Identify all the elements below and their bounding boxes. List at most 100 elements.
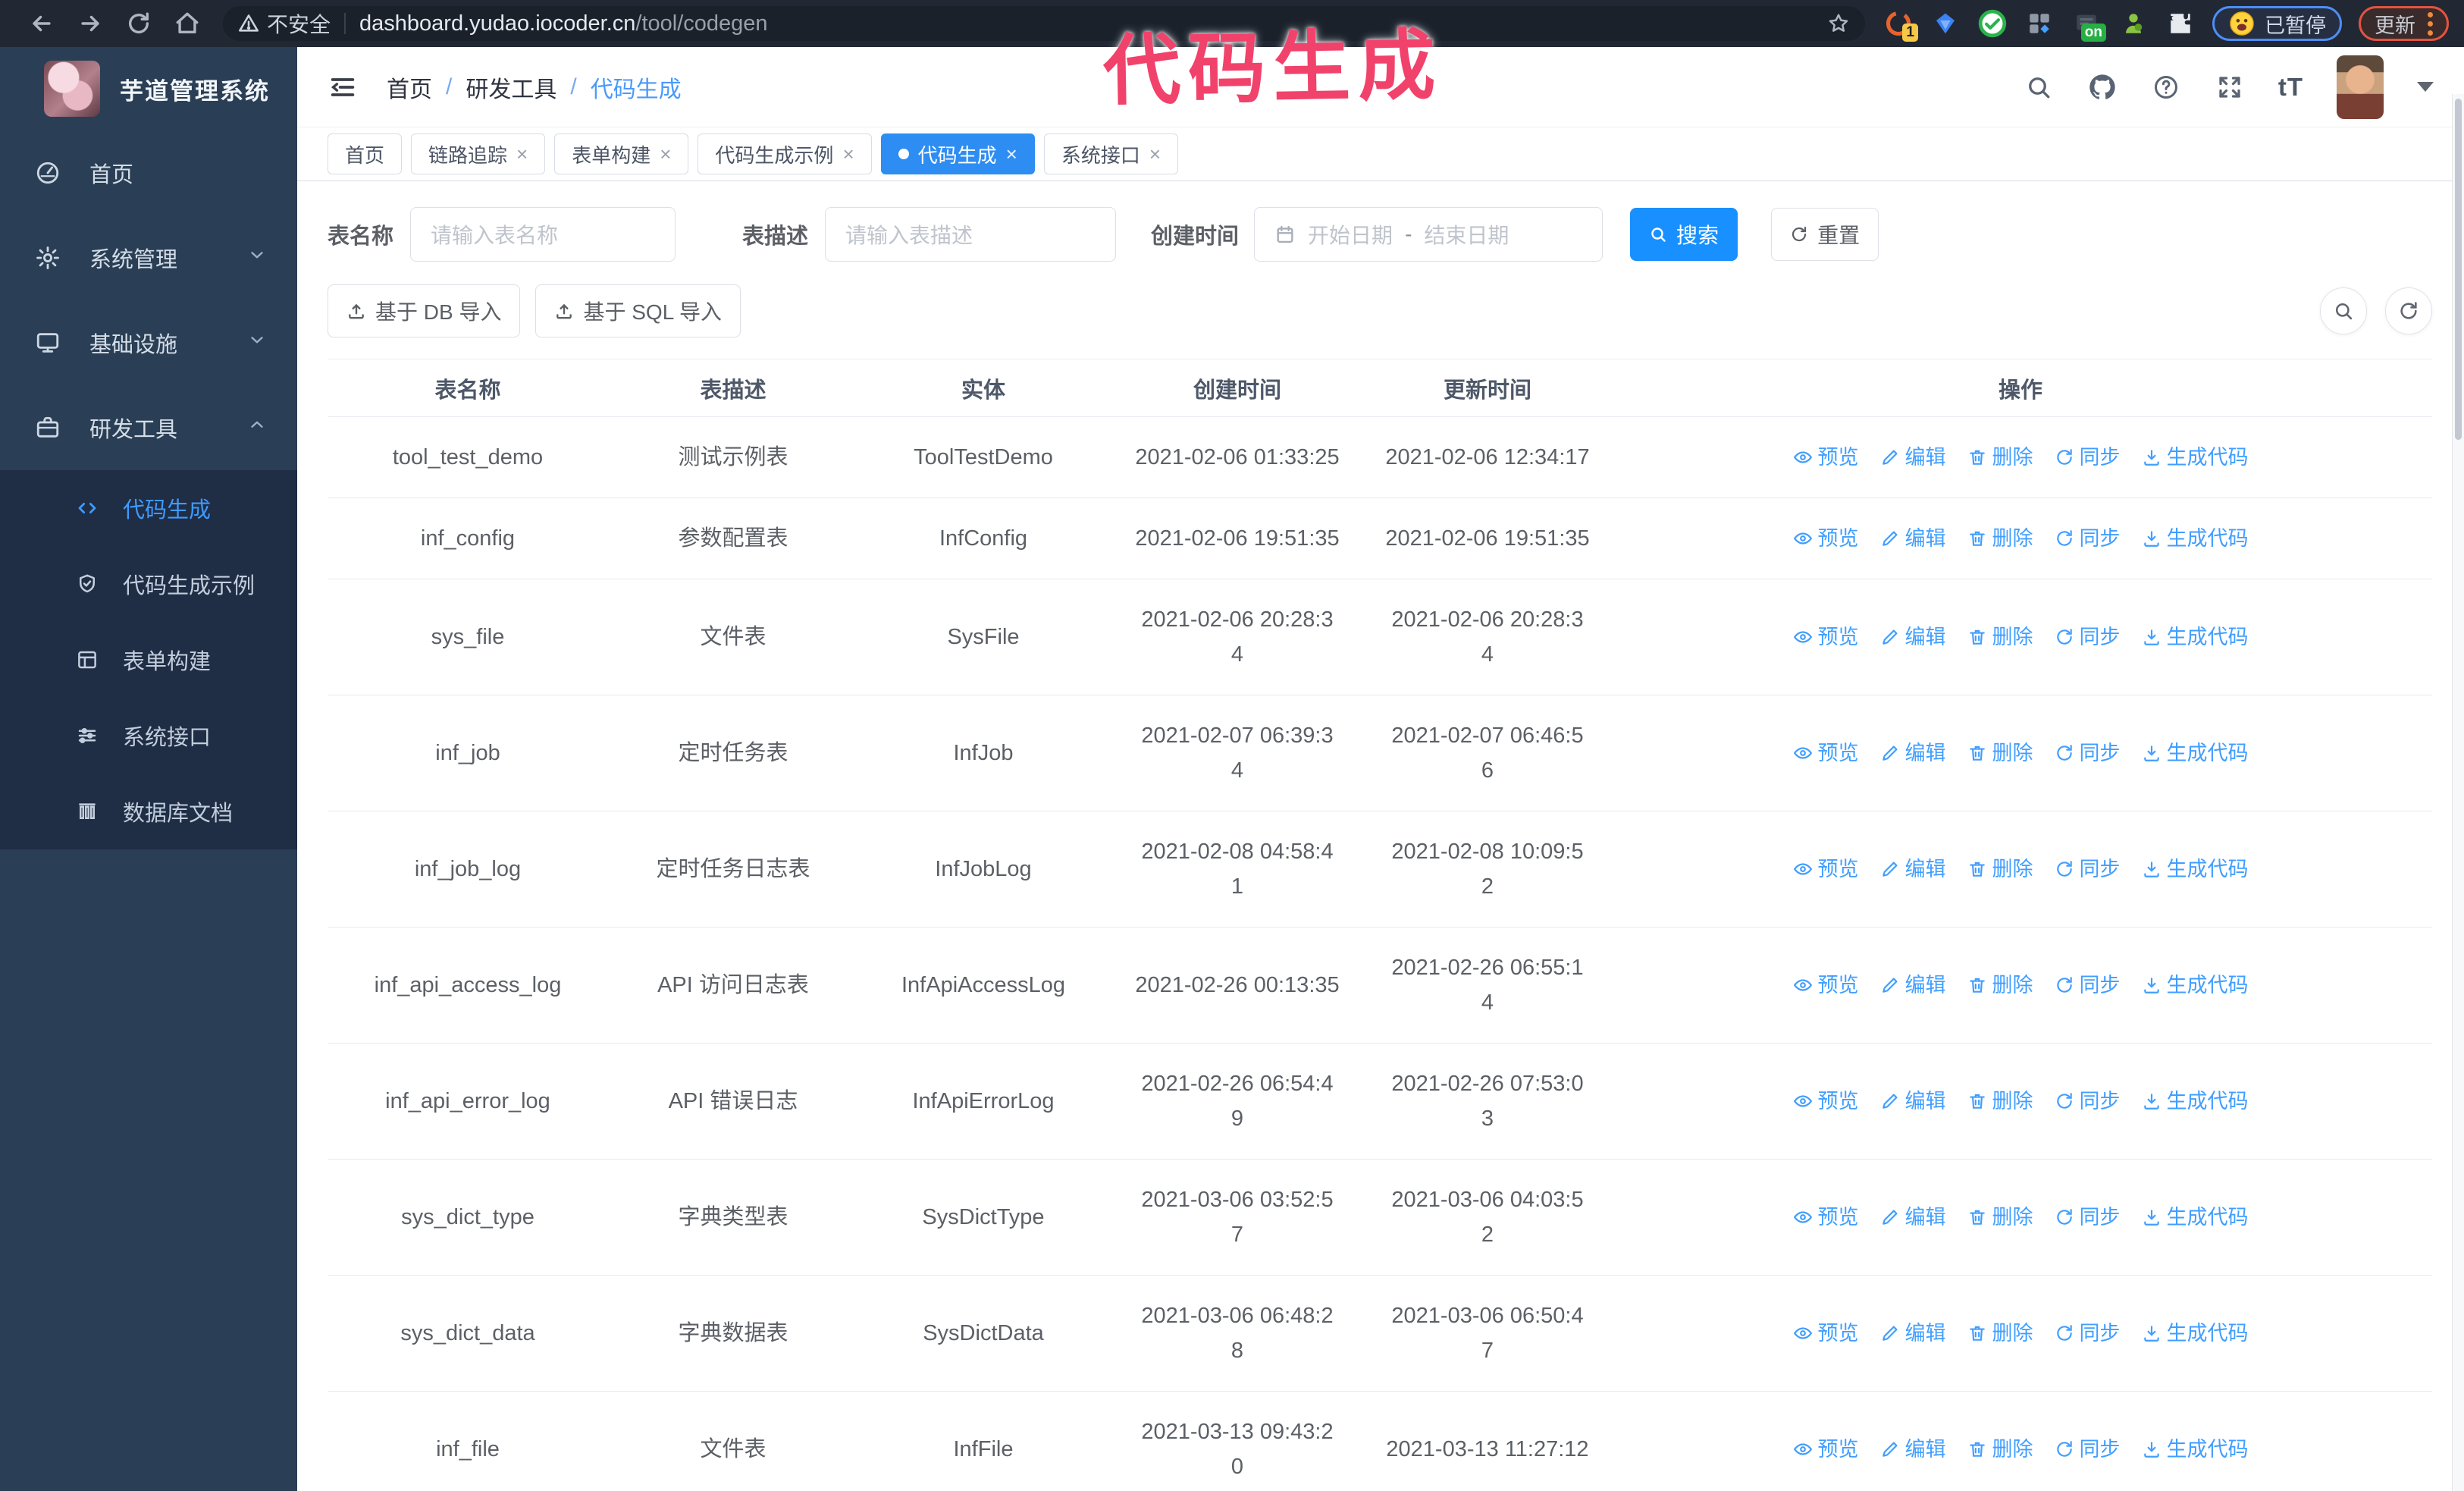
action-preview[interactable]: 预览	[1793, 968, 1859, 1003]
action-delete[interactable]: 删除	[1967, 968, 2033, 1003]
action-generate[interactable]: 生成代码	[2142, 1200, 2249, 1235]
forward-icon[interactable]	[68, 5, 112, 42]
sidebar-fold-icon[interactable]	[324, 69, 361, 105]
action-preview[interactable]: 预览	[1793, 1432, 1859, 1467]
action-sync[interactable]: 同步	[2055, 521, 2121, 556]
action-preview[interactable]: 预览	[1793, 1084, 1859, 1119]
refresh-table-button[interactable]	[2385, 287, 2432, 334]
action-generate[interactable]: 生成代码	[2142, 968, 2249, 1003]
action-delete[interactable]: 删除	[1967, 620, 2033, 654]
action-sync[interactable]: 同步	[2055, 736, 2121, 771]
date-range-input[interactable]: 开始日期 - 结束日期	[1254, 207, 1603, 262]
tab-链路追踪[interactable]: 链路追踪 ×	[411, 133, 546, 174]
close-icon[interactable]: ×	[660, 144, 671, 164]
submenu-item[interactable]: 数据库文档	[0, 774, 297, 849]
action-sync[interactable]: 同步	[2055, 1200, 2121, 1235]
import-db-button[interactable]: 基于 DB 导入	[328, 284, 521, 337]
scrollbar[interactable]	[2452, 94, 2464, 1491]
github-icon[interactable]	[2087, 72, 2118, 102]
close-icon[interactable]: ×	[516, 144, 528, 164]
action-sync[interactable]: 同步	[2055, 440, 2121, 475]
extension-puzzle-icon[interactable]	[2165, 8, 2196, 39]
action-generate[interactable]: 生成代码	[2142, 1316, 2249, 1351]
sidebar-item[interactable]: 基础设施	[0, 300, 297, 385]
tab-表单构建[interactable]: 表单构建 ×	[554, 133, 689, 174]
tab-系统接口[interactable]: 系统接口 ×	[1043, 133, 1179, 174]
action-preview[interactable]: 预览	[1793, 521, 1859, 556]
tab-代码生成示例[interactable]: 代码生成示例 ×	[698, 133, 872, 174]
security-warning[interactable]: 不安全	[238, 8, 331, 39]
sidebar-item[interactable]: 系统管理	[0, 215, 297, 300]
action-preview[interactable]: 预览	[1793, 852, 1859, 887]
action-sync[interactable]: 同步	[2055, 1316, 2121, 1351]
update-button[interactable]: 更新	[2359, 6, 2449, 41]
action-edit[interactable]: 编辑	[1880, 1200, 1946, 1235]
action-preview[interactable]: 预览	[1793, 736, 1859, 771]
action-edit[interactable]: 编辑	[1880, 1084, 1946, 1119]
action-generate[interactable]: 生成代码	[2142, 736, 2249, 771]
action-sync[interactable]: 同步	[2055, 968, 2121, 1003]
action-delete[interactable]: 删除	[1967, 1432, 2033, 1467]
action-delete[interactable]: 删除	[1967, 440, 2033, 475]
action-edit[interactable]: 编辑	[1880, 968, 1946, 1003]
action-generate[interactable]: 生成代码	[2142, 440, 2249, 475]
reset-button[interactable]: 重置	[1771, 208, 1879, 261]
action-edit[interactable]: 编辑	[1880, 1316, 1946, 1351]
action-generate[interactable]: 生成代码	[2142, 1084, 2249, 1119]
sidebar-item[interactable]: 首页	[0, 130, 297, 215]
table-desc-input[interactable]: 请输入表描述	[825, 207, 1117, 262]
home-icon[interactable]	[165, 5, 209, 42]
extension-check-icon[interactable]	[1977, 8, 2008, 39]
back-icon[interactable]	[20, 5, 64, 42]
reload-icon[interactable]	[117, 5, 161, 42]
close-icon[interactable]: ×	[842, 144, 854, 164]
submenu-item[interactable]: 表单构建	[0, 622, 297, 698]
action-sync[interactable]: 同步	[2055, 1432, 2121, 1467]
toggle-search-button[interactable]	[2320, 287, 2367, 334]
tab-首页[interactable]: 首页	[328, 133, 403, 174]
action-preview[interactable]: 预览	[1793, 1316, 1859, 1351]
extension-gem-icon[interactable]	[1930, 8, 1961, 39]
close-icon[interactable]: ×	[1149, 144, 1161, 164]
fullscreen-icon[interactable]	[2215, 72, 2245, 102]
submenu-item[interactable]: 代码生成示例	[0, 546, 297, 622]
action-delete[interactable]: 删除	[1967, 521, 2033, 556]
action-delete[interactable]: 删除	[1967, 1084, 2033, 1119]
url-bar[interactable]: 不安全 dashboard.yudao.iocoder.cn /tool/cod…	[223, 6, 1865, 41]
extension-green-figure-icon[interactable]	[2118, 8, 2149, 39]
action-edit[interactable]: 编辑	[1880, 736, 1946, 771]
font-size-icon[interactable]: tT	[2278, 73, 2303, 102]
bookmark-star-icon[interactable]	[1827, 12, 1850, 35]
action-generate[interactable]: 生成代码	[2142, 1432, 2249, 1467]
action-edit[interactable]: 编辑	[1880, 620, 1946, 654]
action-delete[interactable]: 删除	[1967, 736, 2033, 771]
action-generate[interactable]: 生成代码	[2142, 620, 2249, 654]
breadcrumb-item[interactable]: 研发工具	[466, 71, 556, 104]
search-icon[interactable]	[2024, 72, 2054, 102]
chevron-down-icon[interactable]	[2417, 82, 2434, 92]
action-preview[interactable]: 预览	[1793, 1200, 1859, 1235]
tab-代码生成[interactable]: 代码生成 ×	[880, 133, 1035, 174]
action-delete[interactable]: 删除	[1967, 1316, 2033, 1351]
action-generate[interactable]: 生成代码	[2142, 521, 2249, 556]
app-logo-row[interactable]: 芋道管理系统	[0, 47, 297, 130]
action-delete[interactable]: 删除	[1967, 1200, 2033, 1235]
extension-dark-icon[interactable]: on	[2071, 8, 2106, 42]
action-delete[interactable]: 删除	[1967, 852, 2033, 887]
help-icon[interactable]	[2151, 72, 2181, 102]
submenu-item[interactable]: 系统接口	[0, 698, 297, 774]
chrome-menu-icon[interactable]	[2428, 11, 2433, 36]
submenu-item[interactable]: 代码生成	[0, 470, 297, 546]
action-sync[interactable]: 同步	[2055, 620, 2121, 654]
paused-extension-chip[interactable]: 已暂停	[2212, 6, 2342, 41]
breadcrumb-item[interactable]: 代码生成	[591, 71, 682, 104]
extension-grid-icon[interactable]	[2024, 8, 2055, 39]
breadcrumb-item[interactable]: 首页	[387, 71, 432, 104]
search-button[interactable]: 搜索	[1630, 208, 1738, 261]
close-icon[interactable]: ×	[1006, 144, 1017, 164]
sidebar-item[interactable]: 研发工具	[0, 385, 297, 470]
table-name-input[interactable]: 请输入表名称	[410, 207, 676, 262]
action-sync[interactable]: 同步	[2055, 852, 2121, 887]
action-generate[interactable]: 生成代码	[2142, 852, 2249, 887]
action-edit[interactable]: 编辑	[1880, 440, 1946, 475]
